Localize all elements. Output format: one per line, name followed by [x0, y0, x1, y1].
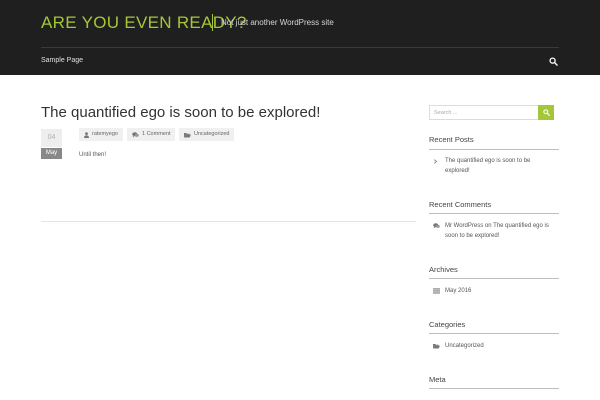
user-icon: [84, 131, 89, 138]
archive-item[interactable]: May 2016: [433, 286, 471, 296]
post-comments: 1 Comment: [142, 131, 171, 137]
post-date-month: May: [41, 148, 62, 159]
category-item[interactable]: Uncategorized: [433, 341, 484, 351]
widget-title-categories: Categories: [429, 320, 466, 329]
widget-title-meta: Meta: [429, 375, 446, 384]
sidebar-search-input[interactable]: [429, 105, 538, 120]
sidebar-search-button[interactable]: [538, 105, 554, 120]
widget-divider: [429, 213, 559, 214]
widget-title-archives: Archives: [429, 265, 458, 274]
site-header: ARE YOU EVEN READY? Not just another Wor…: [0, 0, 600, 75]
post-author: ratemyego: [92, 131, 118, 137]
angle-right-icon: [433, 158, 438, 164]
site-title[interactable]: ARE YOU EVEN READY?: [41, 13, 247, 33]
post-title[interactable]: The quantified ego is soon to be explore…: [41, 104, 320, 121]
folder-open-icon: [433, 344, 440, 349]
search-icon: [542, 109, 550, 116]
widget-divider: [429, 278, 559, 279]
post-divider: [41, 221, 416, 222]
post-category-tag[interactable]: Uncategorized: [179, 128, 235, 141]
widget-title-recent-comments: Recent Comments: [429, 200, 492, 209]
widget-divider: [429, 149, 559, 150]
recent-comment-text-cont[interactable]: soon to be explored!: [445, 233, 499, 239]
header-divider: [41, 47, 559, 48]
comments-icon: [132, 131, 139, 137]
recent-comment-item[interactable]: Mr WordPress on The quantified ego is soo…: [433, 221, 549, 241]
recent-comment-text[interactable]: Mr WordPress on The quantified ego is: [445, 223, 549, 229]
recent-post-link-cont[interactable]: explored!: [445, 168, 470, 174]
recent-post-item[interactable]: The quantified ego is soon to be explored…: [433, 156, 530, 176]
list-icon: [433, 288, 440, 294]
post-author-tag[interactable]: ratemyego: [79, 128, 123, 141]
widget-title-recent-posts: Recent Posts: [429, 135, 474, 144]
widget-divider: [429, 333, 559, 334]
widget-divider: [429, 388, 559, 389]
site-tagline: Not just another WordPress site: [221, 18, 334, 27]
post-comments-tag[interactable]: 1 Comment: [127, 128, 176, 141]
post-category: Uncategorized: [194, 131, 230, 137]
post-date-day: 04: [41, 129, 62, 147]
nav-item-sample-page[interactable]: Sample Page: [41, 57, 83, 64]
recent-post-link[interactable]: The quantified ego is soon to be: [445, 158, 530, 164]
comments-icon: [433, 223, 440, 229]
search-icon[interactable]: [549, 57, 558, 66]
post-content: Until then!: [79, 152, 107, 158]
folder-open-icon: [184, 132, 191, 137]
archive-link[interactable]: May 2016: [445, 286, 471, 296]
category-link[interactable]: Uncategorized: [445, 341, 484, 351]
title-separator: [212, 14, 213, 31]
